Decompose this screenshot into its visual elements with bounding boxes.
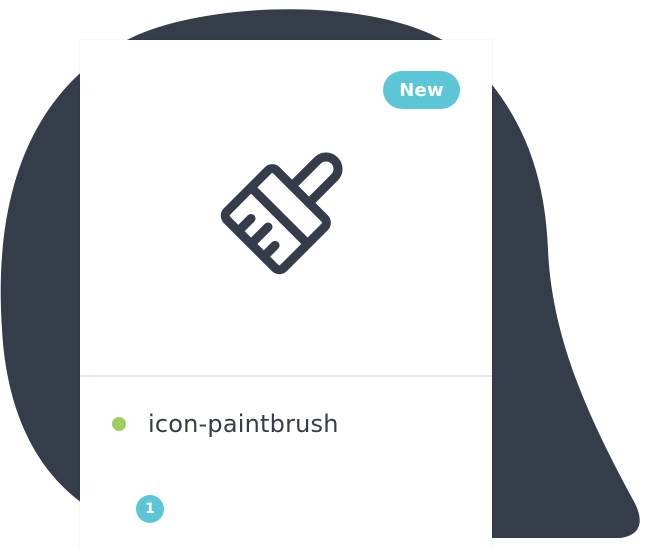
paintbrush-icon [205, 130, 365, 290]
icon-card-preview: New [80, 40, 492, 374]
count-badge: 1 [136, 495, 164, 523]
icon-preview-stage: New icon-paintbrush 1 [0, 0, 646, 548]
icon-name-label: icon-paintbrush [148, 410, 339, 438]
new-badge: New [383, 71, 460, 109]
status-dot [112, 417, 126, 431]
icon-name-row: icon-paintbrush [112, 406, 339, 442]
icon-card[interactable]: New icon-paintbrush 1 [80, 40, 492, 548]
card-divider [80, 375, 492, 377]
